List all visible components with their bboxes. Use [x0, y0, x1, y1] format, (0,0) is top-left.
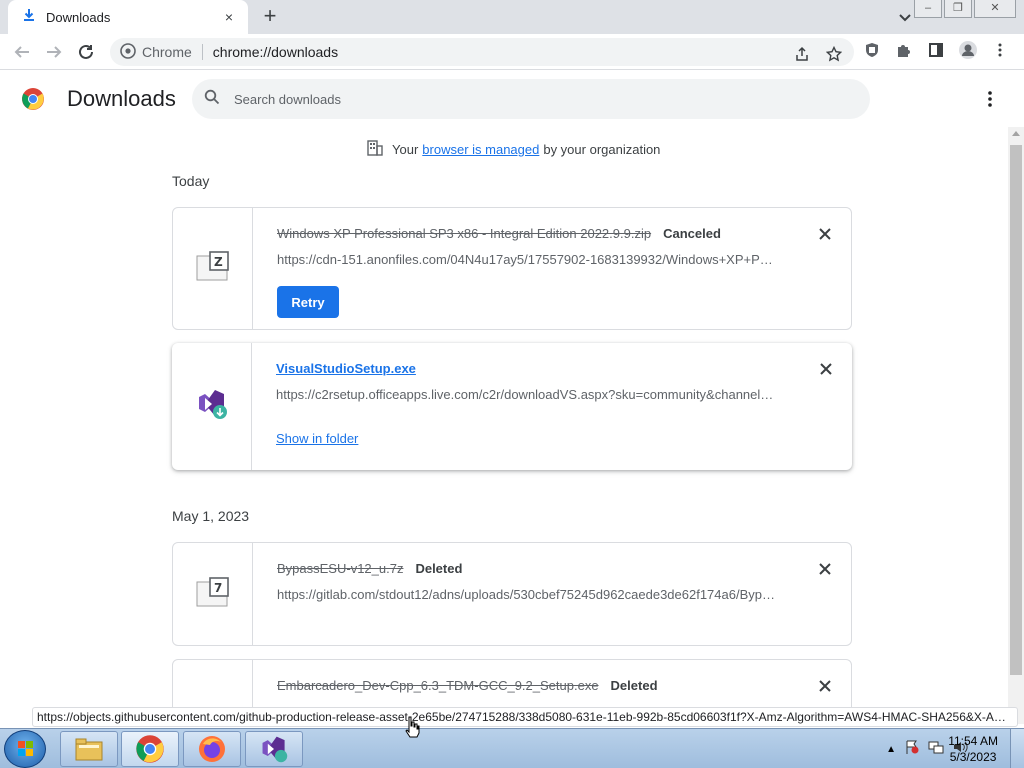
download-item: Z Windows XP Professional SP3 x86 - Inte…	[172, 207, 852, 330]
remove-download-close-icon[interactable]	[817, 226, 833, 242]
tab-search-button[interactable]	[894, 7, 916, 27]
zip-file-icon: Z	[196, 251, 230, 286]
taskbar-explorer[interactable]	[60, 731, 118, 767]
download-filename-link[interactable]: VisualStudioSetup.exe	[276, 361, 416, 376]
tab-strip: Downloads × + – ❐ ✕	[0, 0, 1024, 34]
remove-download-close-icon[interactable]	[817, 678, 833, 694]
new-tab-button[interactable]: +	[258, 5, 282, 29]
tray-expand-icon[interactable]: ▲	[886, 744, 896, 755]
taskbar-firefox[interactable]	[183, 731, 241, 767]
back-arrow-icon	[14, 46, 29, 58]
extensions-puzzle-icon[interactable]	[894, 40, 914, 60]
firefox-icon	[199, 736, 225, 762]
folder-icon	[75, 738, 103, 761]
download-source-url[interactable]: https://c2rsetup.officeapps.live.com/c2r…	[276, 387, 776, 402]
reload-button[interactable]	[74, 40, 98, 64]
page-scrollbar[interactable]	[1008, 127, 1024, 724]
download-status: Canceled	[663, 226, 721, 241]
file-icon-column: 7	[173, 543, 253, 645]
download-source-url[interactable]: https://gitlab.com/stdout12/adns/uploads…	[277, 587, 777, 602]
network-icon[interactable]	[928, 739, 944, 760]
show-in-folder-link[interactable]: Show in folder	[276, 431, 358, 446]
toolbar: Chrome chrome://downloads	[0, 34, 1024, 70]
chrome-site-icon	[120, 42, 136, 62]
download-item: VisualStudioSetup.exe https://c2rsetup.o…	[172, 343, 852, 470]
link-status-bubble: https://objects.githubusercontent.com/gi…	[32, 707, 1018, 727]
svg-text:7: 7	[214, 581, 222, 595]
window-controls: – ❐ ✕	[914, 0, 1016, 18]
date-header-today: Today	[172, 173, 210, 189]
file-icon-column: Z	[173, 208, 253, 329]
building-icon	[366, 139, 384, 160]
taskbar-chrome[interactable]	[121, 731, 179, 767]
profile-avatar-icon[interactable]	[958, 40, 978, 60]
chrome-icon	[136, 735, 164, 763]
managed-prefix: Your	[392, 142, 419, 157]
svg-text:Z: Z	[214, 255, 223, 269]
remove-download-close-icon[interactable]	[818, 361, 834, 377]
clock-time: 11:54 AM	[948, 734, 998, 748]
managed-notice: Your browser is managed by your organiza…	[366, 139, 660, 160]
downloads-menu-icon[interactable]	[980, 89, 1000, 109]
download-filename: BypassESU-v12_u.7z Deleted	[277, 561, 463, 576]
show-desktop-button[interactable]	[1010, 729, 1024, 768]
close-window-button[interactable]: ✕	[974, 0, 1016, 18]
bookmark-star-icon[interactable]	[824, 44, 844, 64]
download-source-url[interactable]: https://cdn-151.anonfiles.com/04N4u17ay5…	[277, 252, 777, 267]
clock-date: 5/3/2023	[949, 750, 997, 764]
tab-title: Downloads	[46, 9, 111, 25]
download-filename: Windows XP Professional SP3 x86 - Integr…	[277, 226, 721, 241]
visual-studio-icon	[262, 736, 288, 763]
ublock-shield-icon[interactable]	[862, 40, 882, 60]
browser-managed-link[interactable]: browser is managed	[422, 142, 539, 157]
tab-downloads[interactable]: Downloads ×	[8, 0, 248, 34]
search-input[interactable]	[234, 91, 834, 107]
download-status: Deleted	[415, 561, 463, 576]
chrome-logo-icon	[21, 87, 45, 111]
downloads-header: Downloads	[0, 71, 1024, 127]
download-filename: Embarcadero_Dev-Cpp_6.3_TDM-GCC_9.2_Setu…	[277, 678, 658, 693]
date-header: May 1, 2023	[172, 508, 250, 524]
action-center-flag-icon[interactable]	[904, 739, 920, 760]
file-icon-column	[172, 343, 252, 470]
remove-download-close-icon[interactable]	[817, 561, 833, 577]
page-title: Downloads	[67, 86, 176, 111]
minimize-button[interactable]: –	[914, 0, 942, 18]
omnibox-divider	[201, 44, 203, 60]
site-name: Chrome	[142, 44, 192, 60]
downloads-list: Your browser is managed by your organiza…	[0, 127, 1008, 724]
maximize-button[interactable]: ❐	[944, 0, 972, 18]
tab-close-icon[interactable]: ×	[220, 9, 238, 25]
visual-studio-icon	[195, 387, 229, 426]
scroll-up-arrow-icon[interactable]	[1012, 131, 1020, 136]
windows-taskbar: ▲ 11:54 AM 5/3/2023	[0, 728, 1024, 768]
download-item: 7 BypassESU-v12_u.7z Deleted https://gitl…	[172, 542, 852, 646]
managed-suffix: by your organization	[543, 142, 661, 157]
windows-logo-icon	[18, 741, 33, 756]
share-icon[interactable]	[792, 44, 812, 64]
forward-arrow-icon	[47, 46, 62, 58]
search-icon	[204, 89, 220, 110]
search-downloads-bar[interactable]	[192, 79, 870, 119]
retry-button[interactable]: Retry	[277, 286, 339, 318]
reload-icon	[79, 44, 93, 59]
address-bar[interactable]: Chrome chrome://downloads	[110, 38, 854, 66]
chevron-down-icon	[899, 14, 911, 22]
browser-menu-icon[interactable]	[990, 40, 1010, 60]
toolbar-actions	[862, 40, 1010, 60]
download-icon	[22, 8, 36, 27]
side-panel-icon[interactable]	[926, 40, 946, 60]
back-button[interactable]	[10, 40, 34, 64]
omnibox-actions	[792, 44, 844, 64]
7z-file-icon: 7	[196, 576, 230, 612]
taskbar-clock[interactable]: 11:54 AM 5/3/2023	[948, 733, 998, 765]
taskbar-visual-studio-installer[interactable]	[245, 731, 303, 767]
forward-button[interactable]	[42, 40, 66, 64]
start-button[interactable]	[4, 730, 46, 768]
download-status: Deleted	[610, 678, 658, 693]
hand-cursor-icon	[404, 716, 420, 743]
url-text: chrome://downloads	[212, 44, 339, 60]
scroll-thumb[interactable]	[1010, 145, 1022, 675]
